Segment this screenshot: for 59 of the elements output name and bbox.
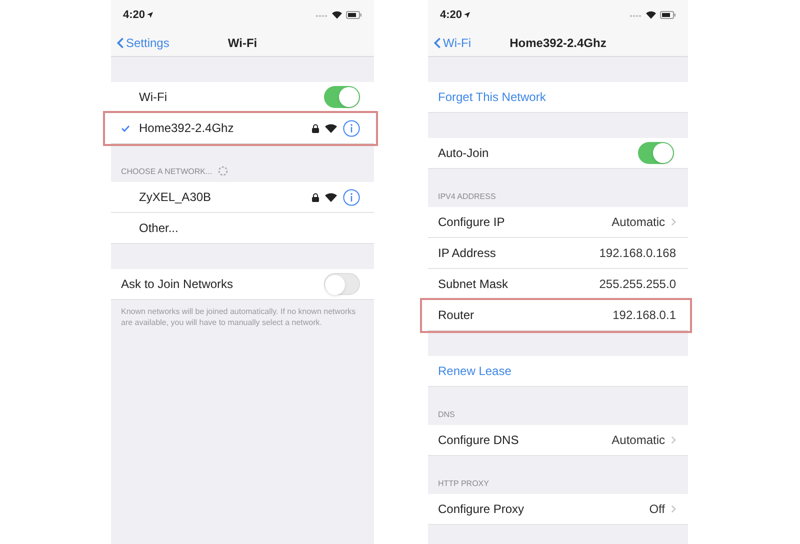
value-row[interactable]: Configure IP Automatic	[428, 207, 688, 238]
toggle-switch[interactable]	[324, 273, 360, 295]
other-row[interactable]: Other...	[111, 213, 374, 244]
section-header: DNS	[438, 411, 455, 419]
row-value: 255.255.255.0	[599, 276, 676, 293]
value-row[interactable]: Configure Proxy Off	[428, 494, 688, 525]
signal-icon	[630, 14, 642, 16]
row-label: Auto-Join	[438, 145, 489, 162]
wifi-icon	[646, 11, 656, 19]
row-value: 192.168.0.1	[612, 307, 676, 324]
row-label: Configure Proxy	[438, 501, 524, 518]
footer-note: Known networks will be joined automatically. If no known networks are available, you will have to manually select a network.	[120, 306, 357, 328]
row-label: Wi-Fi	[139, 89, 167, 106]
row-label: Configure IP	[438, 214, 505, 231]
row-value: Automatic	[612, 214, 665, 231]
row-label: Ask to Join Networks	[121, 276, 234, 293]
section-header: CHOOSE A NETWORK...	[121, 168, 212, 176]
row-label: Other...	[139, 220, 178, 237]
row-label: Subnet Mask	[438, 276, 508, 293]
location-icon	[147, 12, 154, 18]
action-row[interactable]: Renew Lease	[428, 356, 688, 387]
chevron-icon	[117, 37, 124, 49]
row-label: IP Address	[438, 245, 496, 262]
section-header: IPV4 ADDRESS	[438, 193, 496, 201]
network-name: ZyXEL_A30B	[139, 189, 212, 206]
section-header: HTTP PROXY	[438, 480, 489, 488]
row-value: Automatic	[612, 432, 665, 449]
chevron-icon	[671, 505, 676, 513]
row-label: Router	[438, 307, 474, 324]
wifi-icon	[332, 11, 342, 19]
lock-icon	[312, 124, 319, 132]
spinner-icon	[218, 166, 228, 176]
wifi-icon	[325, 192, 337, 202]
battery-icon	[346, 11, 362, 19]
row-value: 192.168.0.168	[599, 245, 676, 262]
status-time: 4:20	[440, 8, 462, 23]
signal-icon	[316, 14, 328, 16]
wifi-icon	[325, 124, 337, 132]
chevron-icon	[671, 218, 676, 226]
nav-title: Wi-Fi	[228, 35, 258, 52]
toggle-switch[interactable]	[638, 142, 674, 164]
toggle-switch[interactable]	[324, 86, 360, 108]
status-time: 4:20	[123, 8, 146, 23]
info-icon[interactable]	[343, 188, 360, 206]
nav-title: Home392-2.4Ghz	[510, 35, 606, 52]
action-row[interactable]: Forget This Network	[428, 82, 688, 113]
lock-icon	[312, 192, 319, 202]
battery-icon	[660, 11, 676, 19]
row-value: Off	[649, 501, 665, 518]
row-label: Configure DNS	[438, 432, 519, 449]
action-link[interactable]: Renew Lease	[438, 362, 512, 380]
action-link[interactable]: Forget This Network	[438, 88, 546, 106]
network-name: Home392-2.4Ghz	[139, 120, 235, 137]
location-icon	[464, 12, 470, 18]
chevron-icon	[671, 436, 676, 444]
value-row[interactable]: Configure DNS Automatic	[428, 425, 688, 456]
chevron-icon	[434, 37, 441, 49]
network-row[interactable]: ZyXEL_A30B	[111, 182, 374, 213]
info-icon[interactable]	[343, 120, 360, 136]
